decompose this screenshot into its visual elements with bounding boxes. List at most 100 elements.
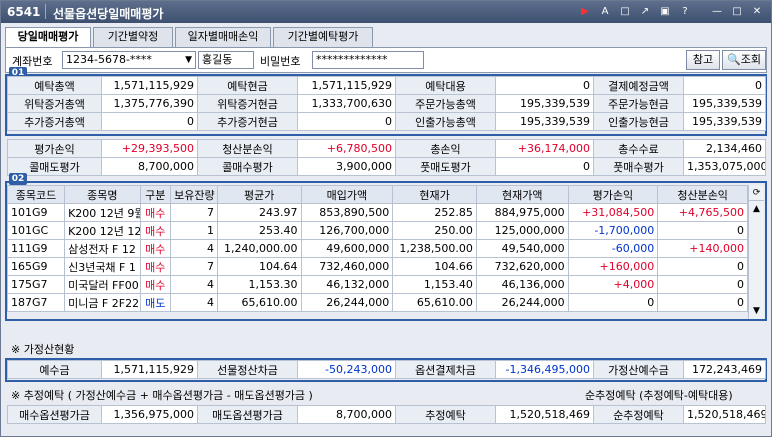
account-select[interactable]: 1234-5678-**** ▼ [62,51,196,69]
grid-cell: K200 12년 12월 [64,221,141,240]
summary-label: 예탁대용 [395,76,496,95]
grid-cell: 0 [657,257,748,276]
maximize-icon[interactable]: □ [731,6,743,18]
column-header[interactable]: 현재가 [392,185,477,204]
minimize-icon[interactable]: — [711,6,723,18]
grid-cell: 243.97 [216,203,302,222]
title-bar: 6541 선물옵션당일매매평가 ▶ A □ ↗ ▣ ? — □ ✕ [1,1,771,23]
summary-value: 1,571,115,929 [297,76,396,95]
grid-cell: 4 [170,275,218,294]
close-icon[interactable]: ✕ [751,6,763,18]
table-row[interactable]: 101G9 K200 12년 9월 매수 7 243.97 853,890,500 252.… [6,203,748,222]
text-icon[interactable]: A [599,6,611,18]
grid-cell: 1,153.40 [392,275,477,294]
grid-cell: 1 [170,221,218,240]
table-row[interactable]: 101GCK200 12년 12월매수1253.40126,700,000250… [6,221,748,240]
summary-value: 172,243,469 [683,360,766,379]
column-header[interactable]: 평균가 [216,185,302,204]
summary-label: 예수금 [7,360,102,379]
column-header[interactable]: 보유잔량 [170,185,218,204]
play-icon[interactable]: ▶ [579,6,591,18]
grid-cell: 101GC [6,221,66,240]
grid-cell: 신3년국채 F 1 [64,257,141,276]
grid-cell: 125,000,000 [475,221,569,240]
summary-value: 8,700,000 [101,157,198,176]
tab-period-deposit[interactable]: 기간별예탁평가 [273,27,373,47]
grid-cell: 매수 [139,239,172,258]
column-header[interactable]: 종목명 [64,185,141,204]
summary-label: 결제예정금액 [593,76,684,95]
summary-label: 풋매수평가 [593,157,684,176]
refresh-icon[interactable]: ⟳ [749,185,764,201]
search-icon: 🔍 [727,53,741,66]
column-header[interactable]: 평가손익 [567,185,659,204]
summary-row: 예수금 1,571,115,929 선물정산차금 -50,243,000 옵션결제차금 -… [7,360,766,379]
summary-value: 1,353,075,000 [683,157,766,176]
tab-daily-valuation[interactable]: 당일매매평가 [5,27,91,48]
grid-header-row: 종목코드 종목명 구분 보유잔량 평균가 매입가액 현재가 현재가액 평가손익 청산분손익 [6,185,748,204]
summary-value: 1,520,518,469 [683,405,766,424]
link-icon[interactable]: ↗ [639,6,651,18]
summary-label: 총수수료 [593,139,684,158]
window-icon[interactable]: □ [619,6,631,18]
summary-row: 매수옵션평가금 1,356,975,000 매도옵션평가금 8,700,000 추정예탁… [7,405,766,424]
tab-daily-pnl[interactable]: 일자별매매손익 [175,27,271,47]
grid-cell: 0 [657,221,748,240]
grid-cell: 104.64 [216,257,302,276]
grid-cell: 0 [567,293,659,312]
table-row[interactable]: 165G9 신3년국채 F 1 매수 7 104.64 732,460,000 104.66… [6,257,748,276]
summary-label: 예탁현금 [197,76,298,95]
summary-label: 추가증거현금 [197,112,298,131]
grid-cell: +160,000 [567,257,659,276]
column-header[interactable]: 현재가액 [475,185,569,204]
grid-cell: 65,610.00 [392,293,477,312]
summary-label: 인출가능총액 [395,112,496,131]
grid-cell: 0 [657,293,748,312]
grid-cell: 0 [657,275,748,294]
table-row[interactable]: 187G7 미니금 F 2F22 매도 4 65,610.00 26,244,000 65,… [6,293,748,312]
summary-label: 매도옵션평가금 [197,405,298,424]
grid-cell: 732,460,000 [300,257,394,276]
summary-value: 1,571,115,929 [101,76,198,95]
summary-label: 평가손익 [7,139,102,158]
summary-value: 8,700,000 [297,405,396,424]
help-icon[interactable]: ? [679,6,691,18]
pnl-summary-table: 평가손익 +29,393,500 청산분손익 +6,780,500 총손익 +36,174… [7,139,766,176]
column-header[interactable]: 매입가액 [300,185,394,204]
grid-cell: +31,084,500 [567,203,659,222]
grid-cell: 126,700,000 [300,221,394,240]
column-header[interactable]: 종목코드 [6,185,66,204]
grid-cell: 4 [170,239,218,258]
scroll-down-icon[interactable]: ▼ [749,303,764,319]
summary-value: +36,174,000 [495,139,594,158]
column-header[interactable]: 구분 [139,185,172,204]
column-header[interactable]: 청산분손익 [657,185,748,204]
screen-code: 6541 [7,5,41,19]
grid-cell: 1,240,000.00 [216,239,302,258]
scroll-up-icon[interactable]: ▲ [749,201,764,217]
ref-button[interactable]: 참고 [686,50,720,70]
grid-scrollbar[interactable]: ⟳ ▲ ▼ [748,185,764,319]
summary-value: 2,134,460 [683,139,766,158]
summary-label: 풋매도평가 [395,157,496,176]
grid-cell: 7 [170,203,218,222]
window-title: 선물옵션당일매매평가 [53,7,164,21]
query-button[interactable]: 🔍조회 [722,50,766,70]
summary-row: 예탁총액 1,571,115,929 예탁현금 1,571,115,929 예탁대용 0 결… [7,76,766,95]
grid-cell: 7 [170,257,218,276]
print-icon[interactable]: ▣ [659,6,671,18]
table-row[interactable]: 175G7 미국달러 FF00 매수 4 1,153.30 46,132,000 1,153… [6,275,748,294]
tab-period-contract[interactable]: 기간별약정 [93,27,173,47]
grid-cell: 삼성전자 F 12 [64,239,141,258]
grid-cell: 46,136,000 [475,275,569,294]
grid-cell: 250.00 [392,221,477,240]
grid-cell: 26,244,000 [300,293,394,312]
query-label: 조회 [740,53,761,66]
table-row[interactable]: 111G9 삼성전자 F 12 매수 4 1,240,000.00 49,600,000 1… [6,239,748,258]
summary-label: 추가증거총액 [7,112,102,131]
grid-cell: +4,765,500 [657,203,748,222]
password-input[interactable]: ************* [312,51,424,69]
summary-value: -50,243,000 [297,360,396,379]
summary-value: 1,520,518,469 [495,405,594,424]
title-separator [45,4,46,19]
